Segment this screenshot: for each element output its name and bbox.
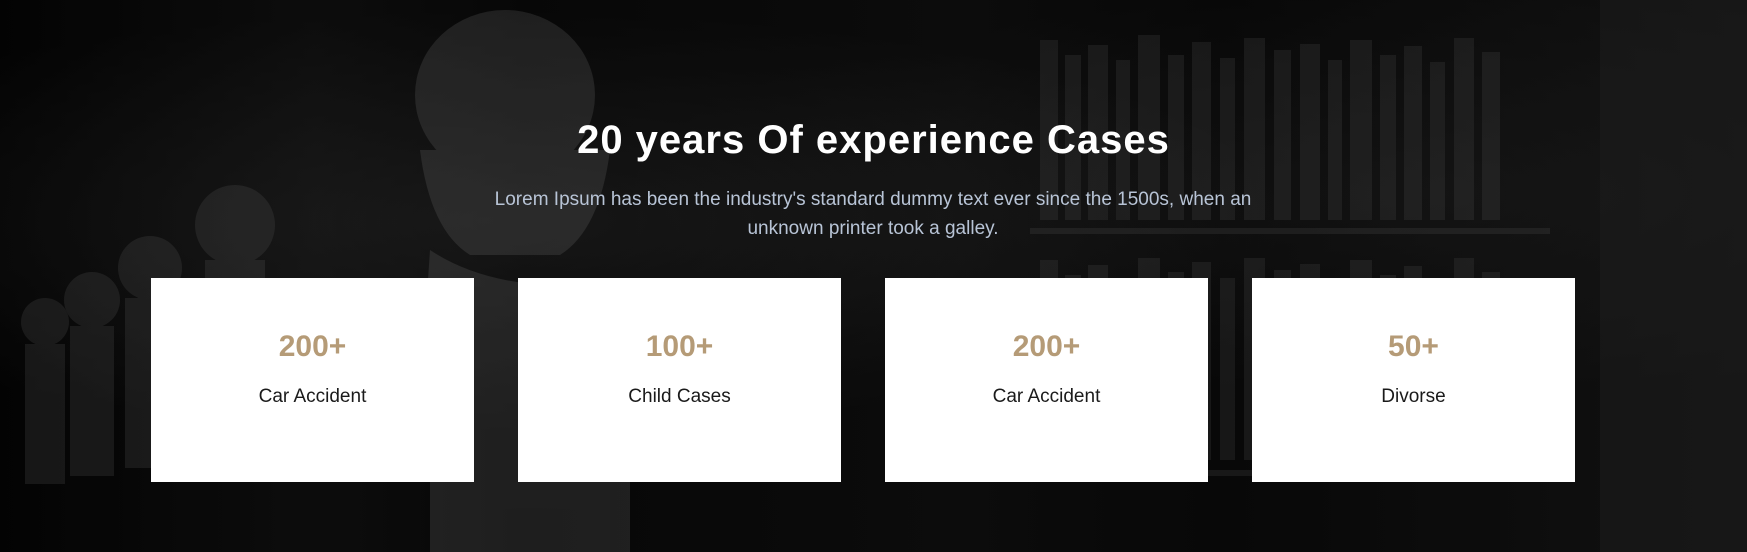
stat-value: 200+: [1012, 330, 1081, 363]
section-content: 20 years Of experience Cases Lorem Ipsum…: [0, 0, 1747, 552]
stat-label: Car Accident: [992, 386, 1101, 407]
stat-label: Car Accident: [258, 386, 367, 407]
section-title: 20 years Of experience Cases: [577, 118, 1170, 162]
stats-cards: 200+ Car Accident 100+ Child Cases 200+ …: [151, 278, 1576, 482]
stat-label: Child Cases: [628, 386, 731, 407]
experience-section: 20 years Of experience Cases Lorem Ipsum…: [0, 0, 1747, 552]
stat-card-car-accident-2: 200+ Car Accident: [885, 278, 1208, 482]
section-subtitle: Lorem Ipsum has been the industry's stan…: [494, 189, 1252, 239]
stat-value: 50+: [1388, 330, 1439, 363]
stat-card-car-accident: 200+ Car Accident: [151, 278, 474, 482]
stat-value: 200+: [278, 330, 347, 363]
stat-card-divorse: 50+ Divorse: [1252, 278, 1575, 482]
stat-label: Divorse: [1381, 386, 1446, 407]
stat-value: 100+: [645, 330, 714, 363]
stat-card-child-cases: 100+ Child Cases: [518, 278, 841, 482]
